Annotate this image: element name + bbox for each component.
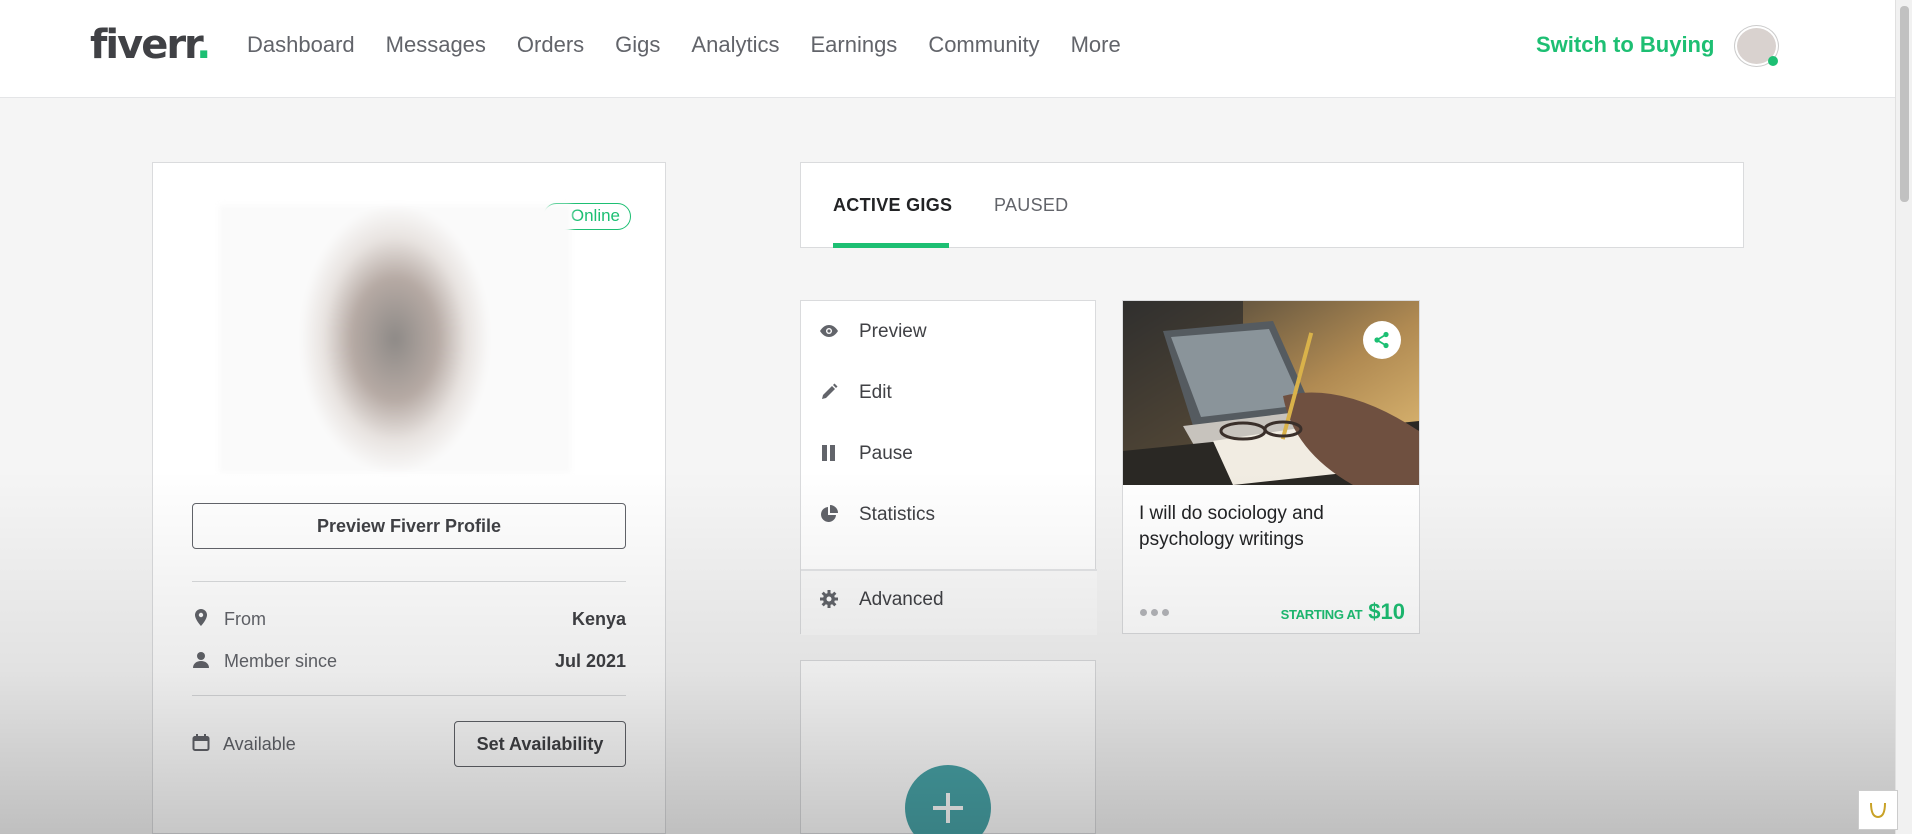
- create-gig-card: [800, 660, 1096, 834]
- menu-item-pause[interactable]: Pause: [801, 433, 1097, 473]
- share-button[interactable]: [1363, 321, 1401, 359]
- member-since-value: Jul 2021: [554, 651, 626, 671]
- nav-messages[interactable]: Messages: [386, 32, 486, 58]
- nav-community[interactable]: Community: [928, 32, 1039, 58]
- user-avatar[interactable]: [1735, 26, 1778, 66]
- page-scrollbar[interactable]: [1895, 0, 1912, 834]
- watermark-icon: [1870, 802, 1886, 819]
- pencil-icon: [822, 383, 838, 399]
- menu-item-advanced[interactable]: Advanced: [801, 579, 1097, 619]
- top-navbar: fiverr. Dashboard Messages Orders Gigs A…: [0, 0, 1895, 98]
- location-pin-icon: [195, 609, 207, 626]
- menu-item-preview[interactable]: Preview: [801, 311, 1097, 351]
- tab-paused[interactable]: PAUSED: [994, 195, 1069, 216]
- gig-thumbnail[interactable]: [1123, 301, 1419, 485]
- starting-at-label: STARTING AT: [1280, 607, 1363, 622]
- price-value: $10: [1368, 599, 1405, 624]
- main-nav: Dashboard Messages Orders Gigs Analytics…: [247, 32, 1152, 58]
- switch-to-buying-link[interactable]: Switch to Buying: [1536, 32, 1714, 58]
- from-label: From: [224, 609, 266, 629]
- menu-item-label: Edit: [859, 382, 892, 403]
- logo-dot: .: [196, 22, 211, 68]
- more-options-icon[interactable]: [1140, 609, 1169, 616]
- pause-icon: [822, 445, 835, 461]
- gig-title-link[interactable]: I will do sociology and psychology writi…: [1139, 501, 1399, 553]
- logo-text: fiverr: [90, 22, 198, 68]
- tab-active-gigs[interactable]: ACTIVE GIGS: [833, 195, 952, 216]
- nav-dashboard[interactable]: Dashboard: [247, 32, 355, 58]
- plus-icon: [933, 793, 963, 823]
- nav-gigs[interactable]: Gigs: [615, 32, 660, 58]
- menu-item-label: Preview: [859, 321, 927, 342]
- menu-item-label: Pause: [859, 443, 913, 464]
- create-gig-button[interactable]: [905, 765, 991, 834]
- member-since-label: Member since: [224, 651, 338, 671]
- profile-divider: [192, 581, 626, 582]
- user-icon: [193, 652, 209, 668]
- from-row: From Kenya: [192, 607, 626, 633]
- gig-tabs: ACTIVE GIGS PAUSED: [800, 162, 1744, 248]
- profile-card: Online Preview Fiverr Profile From Kenya…: [152, 162, 666, 834]
- fiverr-logo[interactable]: fiverr.: [90, 22, 211, 68]
- nav-earnings[interactable]: Earnings: [810, 32, 897, 58]
- menu-item-label: Advanced: [859, 589, 944, 610]
- gig-price: STARTING AT $10: [1281, 599, 1405, 625]
- gear-icon: [820, 590, 838, 608]
- scrollbar-thumb[interactable]: [1900, 6, 1909, 202]
- gig-card: I will do sociology and psychology writi…: [1122, 300, 1420, 634]
- available-label: Available: [223, 734, 296, 754]
- menu-item-statistics[interactable]: Statistics: [801, 494, 1097, 534]
- menu-item-edit[interactable]: Edit: [801, 372, 1097, 412]
- corner-watermark: [1858, 790, 1898, 830]
- eye-icon: [820, 325, 838, 337]
- nav-more[interactable]: More: [1071, 32, 1121, 58]
- nav-analytics[interactable]: Analytics: [691, 32, 779, 58]
- nav-orders[interactable]: Orders: [517, 32, 584, 58]
- online-indicator: [1768, 56, 1778, 66]
- pie-chart-icon: [821, 505, 838, 522]
- share-icon: [1374, 331, 1389, 349]
- menu-item-label: Statistics: [859, 504, 936, 525]
- set-availability-button[interactable]: Set Availability: [454, 721, 626, 767]
- gig-actions-menu: Preview Edit Pause Statistics Advanced: [800, 300, 1097, 635]
- profile-divider: [192, 695, 626, 696]
- from-value: Kenya: [571, 609, 626, 629]
- preview-profile-button[interactable]: Preview Fiverr Profile: [192, 503, 626, 549]
- active-tab-indicator: [833, 243, 949, 248]
- calendar-icon: [192, 734, 210, 751]
- member-since-row: Member since Jul 2021: [192, 649, 626, 675]
- profile-photo: [219, 205, 571, 473]
